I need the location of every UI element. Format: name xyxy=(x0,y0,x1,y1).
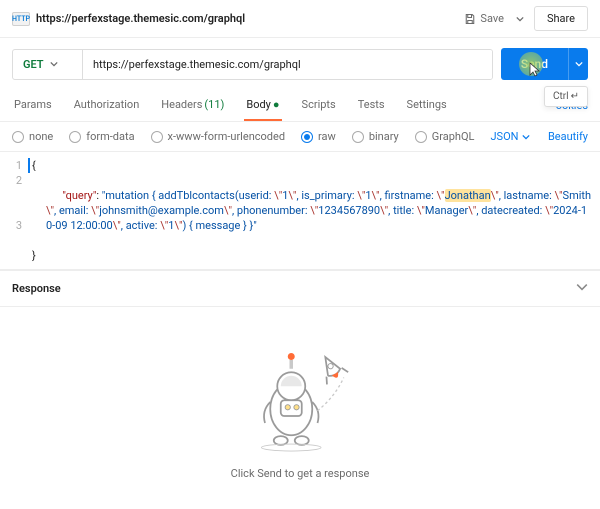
tab-settings[interactable]: Settings xyxy=(405,90,449,121)
body-urlencoded[interactable]: x-www-form-urlencoded xyxy=(151,130,286,143)
tab-headers[interactable]: Headers(11) xyxy=(159,90,226,121)
highlighted-text: Jonathan xyxy=(445,189,491,202)
chevron-down-icon xyxy=(575,60,583,68)
request-body-editor[interactable]: 1 2 3 { "query": "mutation { addTblconta… xyxy=(0,152,600,270)
shortcut-tooltip: Ctrl↵ xyxy=(544,86,588,107)
chevron-down-icon xyxy=(50,60,58,68)
beautify-button[interactable]: Beautify xyxy=(548,130,588,143)
method-label: GET xyxy=(23,58,44,71)
body-graphql[interactable]: GraphQL xyxy=(415,130,475,143)
body-binary[interactable]: binary xyxy=(352,130,399,143)
chevron-down-icon xyxy=(522,133,530,141)
http-badge: HTTP xyxy=(12,12,30,26)
tab-scripts[interactable]: Scripts xyxy=(300,90,338,121)
save-button[interactable]: Save xyxy=(456,8,512,29)
body-none[interactable]: none xyxy=(12,130,53,143)
chevron-down-icon xyxy=(576,281,588,293)
chevron-down-icon xyxy=(516,15,524,23)
tab-tests[interactable]: Tests xyxy=(356,90,387,121)
send-dropdown[interactable] xyxy=(568,48,588,80)
url-input[interactable] xyxy=(83,50,492,79)
method-select[interactable]: GET xyxy=(13,50,83,79)
save-icon xyxy=(464,13,476,25)
body-raw[interactable]: raw xyxy=(301,130,336,143)
code-area[interactable]: { "query": "mutation { addTblcontacts(us… xyxy=(28,152,600,269)
tab-authorization[interactable]: Authorization xyxy=(72,90,142,121)
save-label: Save xyxy=(480,12,504,25)
tab-body[interactable]: Body● xyxy=(244,90,281,121)
response-title: Response xyxy=(12,282,61,295)
tab-params[interactable]: Params xyxy=(12,90,54,121)
response-panel-header[interactable]: Response xyxy=(0,270,600,307)
response-empty-state: Click Send to get a response xyxy=(0,307,600,500)
tab-title: https://perfexstage.themesic.com/graphql xyxy=(36,12,245,25)
send-button[interactable]: Send xyxy=(501,48,568,80)
body-format-select[interactable]: JSON xyxy=(490,130,529,143)
line-gutter: 1 2 3 xyxy=(0,152,28,269)
send-label: Send xyxy=(521,57,548,71)
body-form-data[interactable]: form-data xyxy=(69,130,134,143)
empty-text: Click Send to get a response xyxy=(231,467,370,480)
share-button[interactable]: Share xyxy=(534,6,588,31)
save-dropdown[interactable] xyxy=(512,8,528,30)
astronaut-illustration xyxy=(230,347,370,457)
